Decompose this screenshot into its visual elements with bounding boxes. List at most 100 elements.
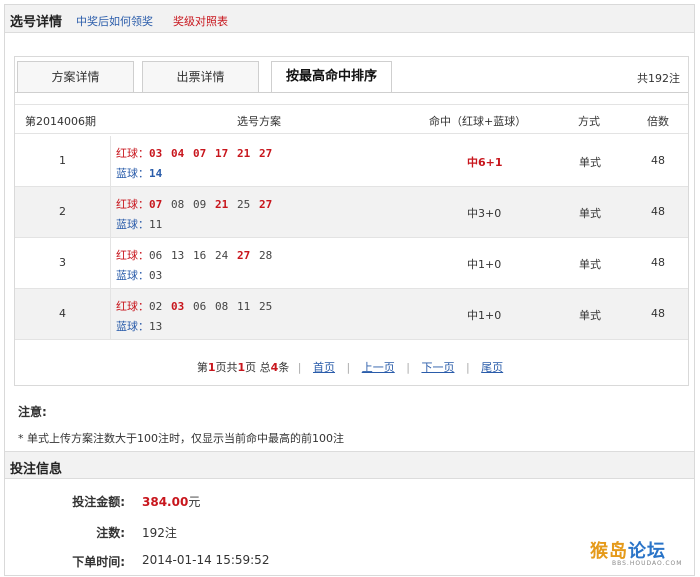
pager-divider: | bbox=[465, 361, 470, 374]
hit-result: 中1+0 bbox=[467, 309, 502, 322]
row-divider bbox=[110, 289, 111, 339]
bet-count-value: 192注 bbox=[142, 526, 177, 540]
blue-ball-label: 蓝球： bbox=[116, 218, 149, 231]
blue-ball-line: 蓝球：14 bbox=[116, 164, 281, 184]
red-ball-number: 03 bbox=[171, 300, 185, 313]
blue-ball-label: 蓝球： bbox=[116, 167, 149, 180]
red-ball-line: 红球：03 04 07 17 21 27 bbox=[116, 144, 281, 164]
tab-plan-details[interactable]: 方案详情 bbox=[17, 61, 134, 92]
blue-ball-line: 蓝球：03 bbox=[116, 266, 281, 286]
row-divider bbox=[110, 238, 111, 288]
red-ball-number: 25 bbox=[237, 198, 251, 211]
pager-text: 页共 bbox=[215, 361, 238, 374]
red-ball-label: 红球： bbox=[116, 300, 149, 313]
bet-count-label: 注数: bbox=[96, 526, 125, 540]
col-mode: 方式 bbox=[578, 115, 600, 128]
watermark-sub: BBS.HOUDAO.COM bbox=[612, 560, 683, 567]
first-page-link[interactable]: 首页 bbox=[313, 361, 335, 374]
hit-result: 中3+0 bbox=[467, 207, 502, 220]
red-ball-number: 02 bbox=[149, 300, 163, 313]
bet-info-header: 投注信息 bbox=[5, 451, 694, 479]
bet-multiple: 48 bbox=[651, 154, 665, 167]
red-ball-number: 28 bbox=[259, 249, 273, 262]
table-row: 4 红球：02 03 06 08 11 25 蓝球：13 中1+0 单式 48 bbox=[15, 289, 688, 340]
how-to-claim-link[interactable]: 中奖后如何领奖 bbox=[76, 13, 153, 29]
table-row: 2 红球：07 08 09 21 25 27 蓝球：11 中3+0 单式 48 bbox=[15, 187, 688, 238]
bet-time-label: 下单时间: bbox=[72, 555, 125, 569]
hit-result: 中6+1 bbox=[467, 156, 503, 169]
red-ball-number: 27 bbox=[259, 198, 273, 211]
detail-header: 选号详情 中奖后如何领奖 奖级对照表 bbox=[5, 5, 694, 33]
red-ball-label: 红球： bbox=[116, 249, 149, 262]
red-ball-number: 25 bbox=[259, 300, 273, 313]
red-ball-line: 红球：06 13 16 24 27 28 bbox=[116, 246, 281, 266]
bet-amount: 384.00 bbox=[142, 495, 189, 509]
last-page-link[interactable]: 尾页 bbox=[481, 361, 503, 374]
pager-divider: | bbox=[297, 361, 302, 374]
prize-table-link[interactable]: 奖级对照表 bbox=[173, 13, 228, 29]
red-ball-number: 21 bbox=[215, 198, 229, 211]
blue-ball-line: 蓝球：13 bbox=[116, 317, 281, 337]
col-hit: 命中（红球+蓝球） bbox=[429, 115, 527, 128]
blue-ball-number: 03 bbox=[149, 269, 163, 282]
red-ball-number: 16 bbox=[193, 249, 207, 262]
pagination: 第1页共1页 总4条 | 首页 | 上一页 | 下一页 | 尾页 bbox=[15, 359, 688, 375]
bet-mode: 单式 bbox=[579, 156, 601, 169]
blue-ball-number: 13 bbox=[149, 320, 163, 333]
number-plan: 红球：02 03 06 08 11 25 蓝球：13 bbox=[116, 297, 281, 337]
bet-amount-label: 投注金额: bbox=[72, 495, 125, 509]
notes-title: 注意: bbox=[18, 405, 47, 419]
watermark-text-a: 猴岛 bbox=[590, 541, 628, 562]
notes: 注意: * 单式上传方案注数大于100注时，仅显示当前命中最高的前100注 bbox=[18, 403, 344, 446]
red-ball-number: 17 bbox=[215, 147, 229, 160]
total-count: 共192注 bbox=[637, 72, 680, 85]
bet-amount-value: 384.00元 bbox=[142, 493, 200, 510]
bet-multiple: 48 bbox=[651, 307, 665, 320]
row-divider bbox=[110, 187, 111, 237]
red-ball-line: 红球：02 03 06 08 11 25 bbox=[116, 297, 281, 317]
blue-ball-number: 14 bbox=[149, 167, 163, 180]
tab-sort-by-hit[interactable]: 按最高命中排序 bbox=[271, 61, 392, 93]
tab-underline bbox=[15, 92, 688, 93]
blue-ball-label: 蓝球： bbox=[116, 269, 149, 282]
tab-ticket-details[interactable]: 出票详情 bbox=[142, 61, 259, 92]
detail-title: 选号详情 bbox=[10, 15, 63, 30]
blue-ball-label: 蓝球： bbox=[116, 320, 149, 333]
hit-result: 中1+0 bbox=[467, 258, 502, 271]
tab-bar: 方案详情 出票详情 按最高命中排序 共192注 bbox=[15, 57, 688, 93]
blue-ball-number: 11 bbox=[149, 218, 163, 231]
red-ball-number: 04 bbox=[171, 147, 185, 160]
red-ball-number: 24 bbox=[215, 249, 229, 262]
col-plan: 选号方案 bbox=[237, 115, 281, 128]
table-header: 第2014006期 选号方案 命中（红球+蓝球） 方式 倍数 bbox=[15, 104, 688, 134]
col-issue: 第2014006期 bbox=[25, 115, 96, 128]
red-ball-number: 08 bbox=[171, 198, 185, 211]
detail-panel: 方案详情 出票详情 按最高命中排序 共192注 第2014006期 选号方案 命… bbox=[14, 56, 689, 386]
notes-line: * 单式上传方案注数大于100注时，仅显示当前命中最高的前100注 bbox=[18, 432, 344, 445]
red-ball-number: 21 bbox=[237, 147, 251, 160]
red-ball-number: 13 bbox=[171, 249, 185, 262]
prev-page-link[interactable]: 上一页 bbox=[362, 361, 395, 374]
red-ball-number: 07 bbox=[193, 147, 207, 160]
red-ball-number: 07 bbox=[149, 198, 163, 211]
row-index: 4 bbox=[59, 307, 66, 320]
table-row: 3 红球：06 13 16 24 27 28 蓝球：03 中1+0 单式 48 bbox=[15, 238, 688, 289]
red-ball-number: 09 bbox=[193, 198, 207, 211]
bet-multiple: 48 bbox=[651, 205, 665, 218]
bet-mode: 单式 bbox=[579, 207, 601, 220]
red-ball-number: 06 bbox=[193, 300, 207, 313]
red-ball-number: 27 bbox=[259, 147, 273, 160]
pager-text: 页 总 bbox=[245, 361, 271, 374]
row-index: 3 bbox=[59, 256, 66, 269]
red-ball-number: 06 bbox=[149, 249, 163, 262]
next-page-link[interactable]: 下一页 bbox=[421, 361, 454, 374]
watermark-text-b: 论坛 bbox=[628, 541, 666, 562]
number-plan: 红球：06 13 16 24 27 28 蓝球：03 bbox=[116, 246, 281, 286]
table-row: 1 红球：03 04 07 17 21 27 蓝球：14 中6+1 单式 48 bbox=[15, 136, 688, 187]
red-ball-line: 红球：07 08 09 21 25 27 bbox=[116, 195, 281, 215]
row-divider bbox=[110, 136, 111, 186]
red-ball-number: 03 bbox=[149, 147, 163, 160]
number-plan: 红球：07 08 09 21 25 27 蓝球：11 bbox=[116, 195, 281, 235]
row-index: 2 bbox=[59, 205, 66, 218]
col-times: 倍数 bbox=[647, 115, 669, 128]
